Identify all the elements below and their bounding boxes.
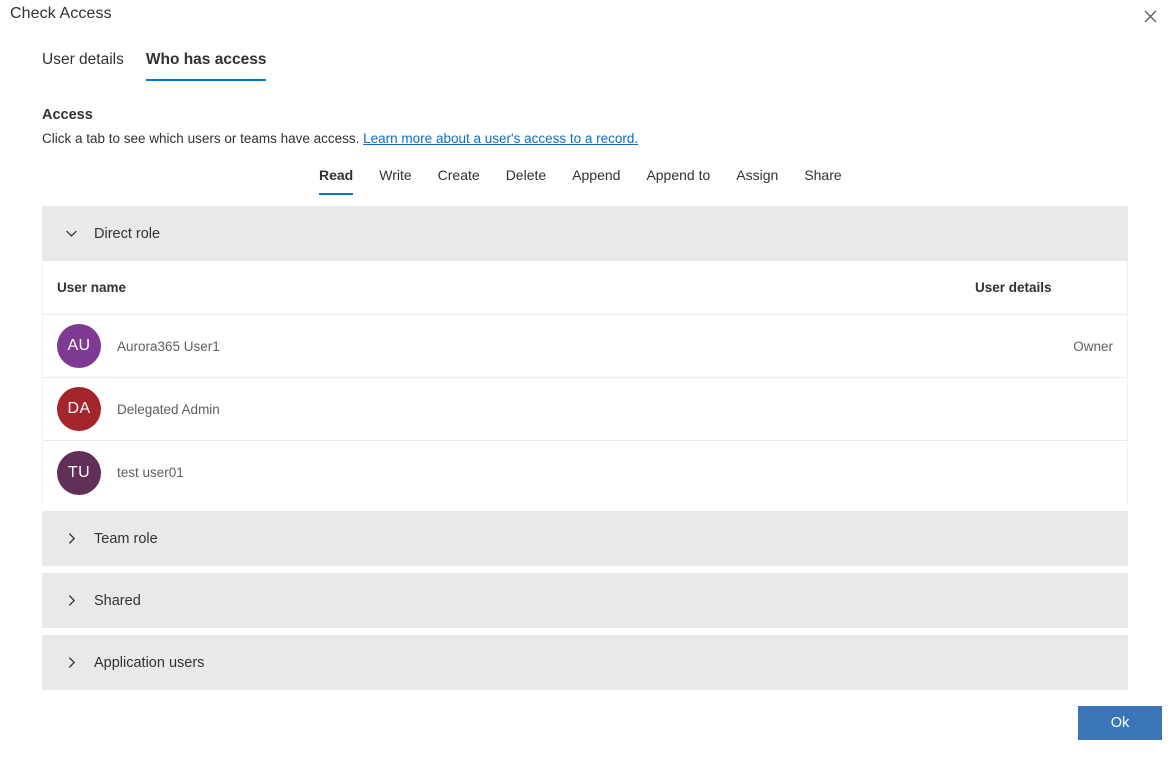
ok-button[interactable]: Ok xyxy=(1078,706,1162,740)
section-title: Shared xyxy=(94,591,141,611)
pivot-tablist: User details Who has access xyxy=(42,50,277,81)
dialog-footer: Ok xyxy=(0,702,1172,762)
access-description-text: Click a tab to see which users or teams … xyxy=(42,131,359,146)
close-icon xyxy=(1144,10,1157,23)
cell-user-name: AU Aurora365 User1 xyxy=(57,324,975,368)
column-header-user-details: User details xyxy=(975,280,1115,295)
user-name-label: Delegated Admin xyxy=(117,402,220,417)
section-direct-role: Direct role User name User details AU Au… xyxy=(42,206,1128,504)
tab-append[interactable]: Append xyxy=(559,166,633,195)
cell-user-details: Owner xyxy=(975,339,1115,354)
chevron-right-icon xyxy=(60,528,82,550)
access-sections: Direct role User name User details AU Au… xyxy=(42,206,1128,690)
user-name-label: Aurora365 User1 xyxy=(117,339,220,354)
chevron-down-icon xyxy=(60,223,82,245)
section-header-application-users[interactable]: Application users xyxy=(42,635,1128,690)
section-shared: Shared xyxy=(42,573,1128,628)
section-application-users: Application users xyxy=(42,635,1128,690)
table-header-row: User name User details xyxy=(43,261,1127,315)
table-row[interactable]: DA Delegated Admin xyxy=(43,378,1127,441)
table-row[interactable]: AU Aurora365 User1 Owner xyxy=(43,315,1127,378)
page-title: Check Access xyxy=(10,5,112,23)
tab-append-to[interactable]: Append to xyxy=(633,166,723,195)
close-button[interactable] xyxy=(1134,1,1166,31)
avatar: TU xyxy=(57,451,101,495)
cell-user-name: DA Delegated Admin xyxy=(57,387,975,431)
section-title: Direct role xyxy=(94,224,160,244)
tab-assign[interactable]: Assign xyxy=(723,166,791,195)
tab-read[interactable]: Read xyxy=(306,166,366,195)
column-header-user-name: User name xyxy=(57,280,975,295)
section-title: Application users xyxy=(94,653,204,673)
access-section: Access Click a tab to see which users or… xyxy=(42,105,638,149)
section-team-role: Team role xyxy=(42,511,1128,566)
tab-user-details[interactable]: User details xyxy=(42,50,135,81)
section-header-direct-role[interactable]: Direct role xyxy=(42,206,1128,261)
access-heading: Access xyxy=(42,105,638,125)
access-description: Click a tab to see which users or teams … xyxy=(42,129,638,149)
learn-more-link[interactable]: Learn more about a user's access to a re… xyxy=(363,131,638,146)
table-row[interactable]: TU test user01 xyxy=(43,441,1127,504)
privilege-tablist: Read Write Create Delete Append Append t… xyxy=(306,166,855,195)
tab-who-has-access[interactable]: Who has access xyxy=(135,50,278,81)
tab-write[interactable]: Write xyxy=(366,166,424,195)
direct-role-table: User name User details AU Aurora365 User… xyxy=(42,261,1128,504)
tab-share[interactable]: Share xyxy=(791,166,854,195)
chevron-right-icon xyxy=(60,652,82,674)
avatar: AU xyxy=(57,324,101,368)
tab-create[interactable]: Create xyxy=(425,166,493,195)
dialog-header: Check Access xyxy=(0,0,1172,34)
user-name-label: test user01 xyxy=(117,465,184,480)
avatar: DA xyxy=(57,387,101,431)
section-header-team-role[interactable]: Team role xyxy=(42,511,1128,566)
chevron-right-icon xyxy=(60,590,82,612)
section-title: Team role xyxy=(94,529,158,549)
tab-delete[interactable]: Delete xyxy=(493,166,559,195)
section-header-shared[interactable]: Shared xyxy=(42,573,1128,628)
cell-user-name: TU test user01 xyxy=(57,451,975,495)
